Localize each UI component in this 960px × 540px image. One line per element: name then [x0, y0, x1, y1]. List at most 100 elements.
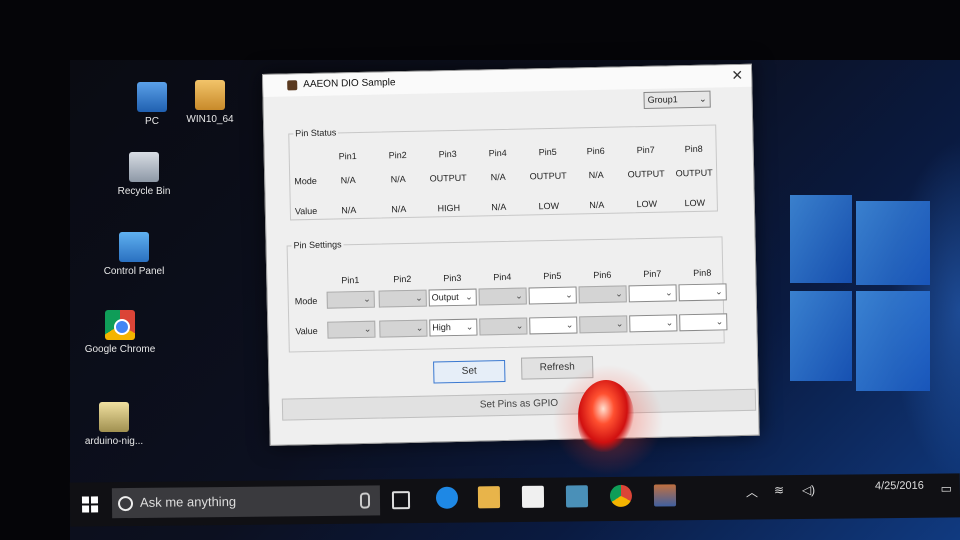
status-header: Pin8 — [684, 143, 703, 155]
chevron-down-icon: ⌄ — [565, 319, 574, 330]
start-button[interactable] — [81, 496, 99, 513]
settings-header: Pin4 — [493, 271, 512, 283]
desktop-icon-arduino[interactable]: arduino-nig... — [74, 402, 154, 447]
notification-icon[interactable]: ▭ — [940, 481, 951, 495]
dio-app-taskbar-icon[interactable] — [653, 484, 677, 507]
value-combo[interactable]: ⌄ — [479, 317, 528, 336]
set-button[interactable]: Set — [433, 359, 506, 384]
value-combo[interactable]: High ⌄ — [429, 318, 478, 337]
edge-icon[interactable] — [435, 486, 459, 509]
um-app-icon[interactable] — [565, 485, 589, 508]
chevron-down-icon: ⌄ — [363, 323, 372, 334]
chevron-down-icon: ⌄ — [698, 93, 707, 104]
group-select-value: Group1 — [647, 94, 678, 105]
chrome-icon — [105, 310, 135, 340]
value-combo[interactable]: ⌄ — [629, 314, 678, 333]
status-value-cell: N/A — [341, 205, 357, 216]
status-mode-cell: N/A — [588, 169, 604, 181]
chevron-down-icon: ⌄ — [465, 291, 473, 302]
mode-combo-value: Output — [431, 291, 459, 303]
status-value-cell: LOW — [636, 198, 658, 210]
store-icon[interactable] — [521, 485, 545, 508]
chevron-down-icon: ⌄ — [363, 293, 371, 304]
desktop-icon-label: Control Panel — [103, 266, 165, 277]
volume-icon[interactable]: ◁) — [802, 483, 815, 497]
search-box[interactable]: Ask me anything — [111, 485, 381, 519]
cortana-icon — [117, 496, 134, 512]
status-header: Pin5 — [538, 146, 557, 158]
mode-combo[interactable]: ⌄ — [528, 286, 577, 305]
mode-combo[interactable]: ⌄ — [678, 283, 727, 302]
dialog-title: AAEON DIO Sample — [303, 77, 396, 91]
taskbar: Ask me anything ︿ ≋ ◁) 4/25/2016 ▭ — [69, 473, 960, 527]
status-header: Pin1 — [338, 151, 357, 162]
dio-sample-dialog: AAEON DIO Sample ✕ Group1 ⌄ Pin Status P… — [262, 63, 760, 446]
status-row-label: Mode — [294, 175, 317, 187]
value-combo[interactable]: ⌄ — [529, 316, 578, 335]
control-panel-icon — [119, 232, 149, 262]
close-button[interactable]: ✕ — [731, 67, 743, 84]
desktop-icon-label: Recycle Bin — [117, 186, 171, 197]
settings-header: Pin6 — [593, 269, 612, 281]
set-pins-gpio-button[interactable]: Set Pins as GPIO — [281, 388, 757, 421]
mode-combo[interactable]: Output ⌄ — [428, 288, 477, 307]
status-mode-cell: N/A — [390, 174, 406, 185]
status-value-cell: N/A — [391, 204, 407, 215]
chevron-down-icon: ⌄ — [465, 321, 474, 332]
mode-combo[interactable]: ⌄ — [326, 290, 375, 309]
windows-wallpaper-logo — [790, 195, 930, 405]
desktop-icon-win10[interactable]: WIN10_64 — [170, 80, 250, 125]
settings-header: Pin3 — [443, 272, 462, 284]
chrome-taskbar-icon[interactable] — [609, 484, 633, 508]
desktop-icon-recycle-bin[interactable]: Recycle Bin — [104, 152, 184, 197]
chevron-down-icon: ⌄ — [515, 290, 523, 301]
status-row-label: Value — [294, 205, 318, 217]
chevron-down-icon: ⌄ — [665, 287, 673, 298]
chevron-down-icon: ⌄ — [715, 286, 723, 297]
pin-settings-group: Pin Settings Pin1 Pin2 Pin3 Pin4 Pin5 Pin6 Pin… — [286, 231, 728, 353]
mode-combo[interactable]: ⌄ — [478, 287, 527, 306]
search-placeholder: Ask me anything — [139, 493, 237, 510]
status-mode-cell: OUTPUT — [627, 168, 665, 180]
chevron-down-icon: ⌄ — [615, 318, 624, 329]
settings-header: Pin1 — [341, 275, 360, 286]
pin-status-group: Pin Status Pin1 Pin2 Pin3 Pin4 Pin5 Pin6 Pin7 P… — [288, 119, 718, 221]
desktop-icon-chrome[interactable]: Google Chrome — [82, 310, 158, 355]
status-mode-cell: OUTPUT — [529, 170, 567, 182]
settings-row-label: Value — [295, 325, 318, 337]
chevron-down-icon: ⌄ — [415, 322, 424, 333]
desktop-icon-control-panel[interactable]: Control Panel — [94, 232, 174, 277]
chevron-up-icon[interactable]: ︿ — [746, 483, 758, 500]
wifi-icon[interactable]: ≋ — [774, 483, 784, 497]
microphone-icon[interactable] — [359, 492, 371, 509]
desktop-icon-label: PC — [145, 116, 159, 127]
value-combo[interactable]: ⌄ — [679, 313, 728, 332]
settings-header: Pin2 — [393, 273, 412, 285]
group-select[interactable]: Group1 ⌄ — [643, 90, 711, 110]
status-mode-cell: OUTPUT — [429, 172, 467, 184]
status-mode-cell: OUTPUT — [675, 167, 713, 179]
status-value-cell: N/A — [589, 199, 605, 211]
status-header: Pin7 — [636, 144, 655, 156]
chevron-down-icon: ⌄ — [565, 289, 573, 300]
task-view-icon[interactable] — [391, 491, 411, 510]
mode-combo[interactable]: ⌄ — [378, 289, 427, 308]
file-explorer-icon[interactable] — [477, 486, 501, 509]
desktop-icon-label: Google Chrome — [84, 344, 156, 355]
value-combo[interactable]: ⌄ — [579, 315, 628, 334]
desktop-icon-label: WIN10_64 — [186, 114, 234, 125]
value-combo[interactable]: ⌄ — [327, 320, 376, 339]
chevron-down-icon: ⌄ — [415, 292, 423, 303]
status-value-cell: LOW — [684, 197, 706, 209]
mode-combo[interactable]: ⌄ — [578, 285, 627, 304]
pin-settings-legend: Pin Settings — [293, 239, 342, 251]
settings-header: Pin8 — [693, 267, 712, 279]
clock[interactable]: 4/25/2016 — [875, 480, 924, 493]
value-combo[interactable]: ⌄ — [379, 319, 428, 338]
status-mode-cell: N/A — [340, 175, 356, 186]
status-header: Pin4 — [488, 147, 507, 159]
settings-header: Pin7 — [643, 268, 662, 280]
mode-combo[interactable]: ⌄ — [628, 284, 677, 303]
value-combo-value: High — [432, 322, 451, 333]
settings-header: Pin5 — [543, 270, 562, 282]
